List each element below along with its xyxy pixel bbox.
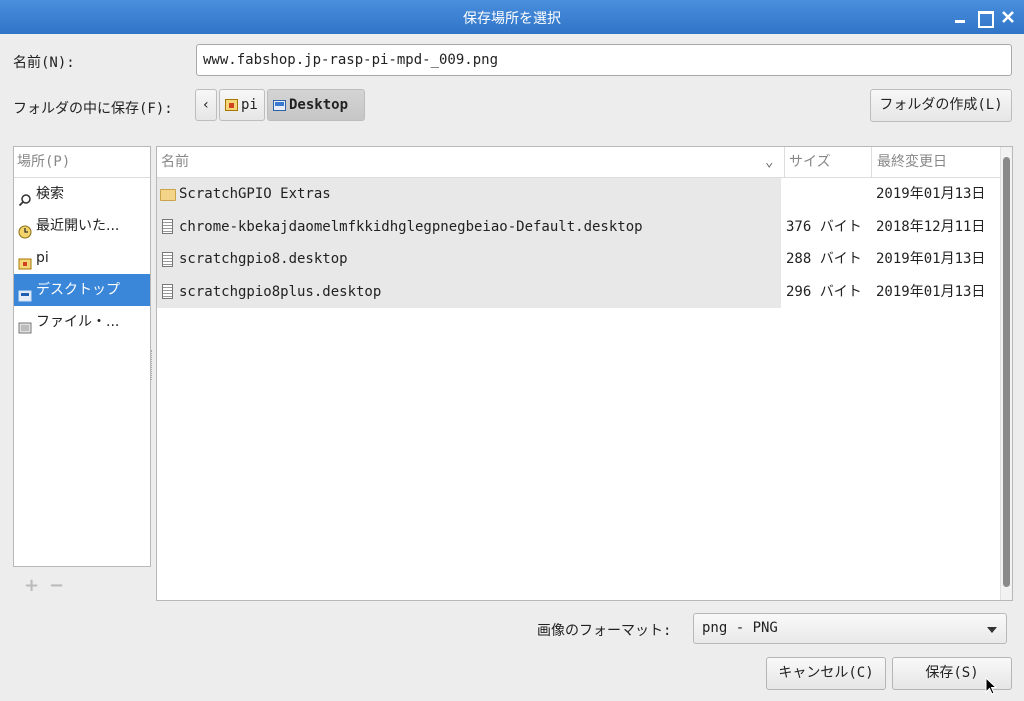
desktop-icon: [273, 99, 286, 111]
minimize-icon[interactable]: [950, 7, 970, 27]
window-title: 保存場所を選択: [463, 11, 561, 27]
place-item-label: デスクトップ: [36, 282, 120, 298]
file-list-header: 名前 ⌄ サイズ 最終変更日: [157, 147, 1000, 178]
place-item-desktop[interactable]: デスクトップ: [14, 274, 150, 306]
file-row[interactable]: chrome-kbekajdaomelmfkkidhglegpnegbeiao-…: [157, 210, 1000, 243]
pane-resize-handle[interactable]: [151, 350, 154, 380]
path-crumb-label: pi: [241, 97, 258, 113]
places-sidebar: 場所(P) 検索 最近開いた... pi デスクトップ ファイル・...: [13, 146, 151, 567]
format-selected-value: png - PNG: [702, 620, 778, 636]
mouse-cursor-icon: [985, 677, 998, 695]
document-icon: [162, 219, 173, 235]
place-item-recent[interactable]: 最近開いた...: [14, 210, 150, 242]
path-crumb-pi[interactable]: pi: [219, 89, 265, 121]
place-item-search[interactable]: 検索: [14, 178, 150, 210]
place-item-pi[interactable]: pi: [14, 242, 150, 274]
file-size: 288 バイト: [786, 251, 862, 267]
vertical-scrollbar[interactable]: [1000, 147, 1012, 600]
file-name: ScratchGPIO Extras: [179, 186, 331, 203]
sort-chevron-down-icon: ⌄: [765, 154, 774, 170]
place-item-label: pi: [36, 250, 49, 266]
file-size: 376 バイト: [786, 218, 862, 235]
dropdown-caret-icon: [987, 627, 997, 633]
format-label: 画像のフォーマット:: [537, 623, 672, 639]
file-modified: 2019年01月13日: [876, 283, 986, 300]
file-row[interactable]: scratchgpio8.desktop 288 バイト 2019年01月13日: [157, 243, 1000, 276]
file-list: 名前 ⌄ サイズ 最終変更日 ScratchGPIO Extras 2019年0…: [156, 146, 1013, 601]
path-back-button[interactable]: ‹: [195, 89, 217, 121]
title-bar[interactable]: 保存場所を選択: [0, 0, 1024, 34]
column-header-name[interactable]: 名前: [161, 147, 189, 177]
document-icon: [162, 284, 173, 300]
file-name: chrome-kbekajdaomelmfkkidhglegpnegbeiao-…: [179, 218, 643, 235]
place-item-label: ファイル・...: [36, 314, 120, 330]
folder-icon: [160, 189, 176, 202]
home-folder-icon: [18, 251, 32, 270]
places-header: 場所(P): [14, 147, 150, 178]
search-icon: [18, 187, 32, 207]
scrollbar-thumb[interactable]: [1003, 157, 1010, 587]
filename-input[interactable]: www.fabshop.jp-rasp-pi-mpd-_009.png: [196, 44, 1012, 76]
place-item-label: 検索: [36, 186, 64, 202]
name-label: 名前(N):: [13, 55, 75, 71]
remove-place-button[interactable]: −: [49, 575, 64, 596]
maximize-icon[interactable]: [974, 7, 994, 28]
create-folder-button[interactable]: フォルダの作成(L): [870, 89, 1012, 122]
recent-icon: [18, 219, 32, 239]
file-modified: 2019年01月13日: [876, 186, 986, 202]
path-crumb-label: Desktop: [289, 97, 349, 113]
save-in-folder-label: フォルダの中に保存(F):: [13, 101, 173, 117]
chevron-left-icon: ‹: [201, 97, 211, 113]
format-select[interactable]: png - PNG: [693, 613, 1007, 644]
file-modified: 2019年01月13日: [876, 251, 986, 267]
file-name: scratchgpio8plus.desktop: [179, 283, 382, 300]
file-name: scratchgpio8.desktop: [179, 251, 348, 268]
file-row[interactable]: scratchgpio8plus.desktop 296 バイト 2019年01…: [157, 275, 1000, 308]
close-icon[interactable]: [998, 7, 1018, 27]
place-item-label: 最近開いた...: [36, 218, 120, 234]
document-icon: [162, 251, 173, 267]
file-row[interactable]: ScratchGPIO Extras 2019年01月13日: [157, 178, 1000, 211]
file-size: 296 バイト: [786, 283, 862, 300]
home-folder-icon: [225, 99, 238, 111]
path-crumb-desktop[interactable]: Desktop: [267, 89, 365, 121]
filesystem-icon: [18, 315, 32, 334]
place-item-filesystem[interactable]: ファイル・...: [14, 306, 150, 338]
desktop-icon: [18, 283, 32, 302]
add-place-button[interactable]: +: [24, 575, 39, 596]
column-header-modified[interactable]: 最終変更日: [871, 147, 947, 177]
file-modified: 2018年12月11日: [876, 218, 986, 235]
column-header-size[interactable]: サイズ: [784, 147, 831, 177]
cancel-button[interactable]: キャンセル(C): [766, 657, 886, 690]
